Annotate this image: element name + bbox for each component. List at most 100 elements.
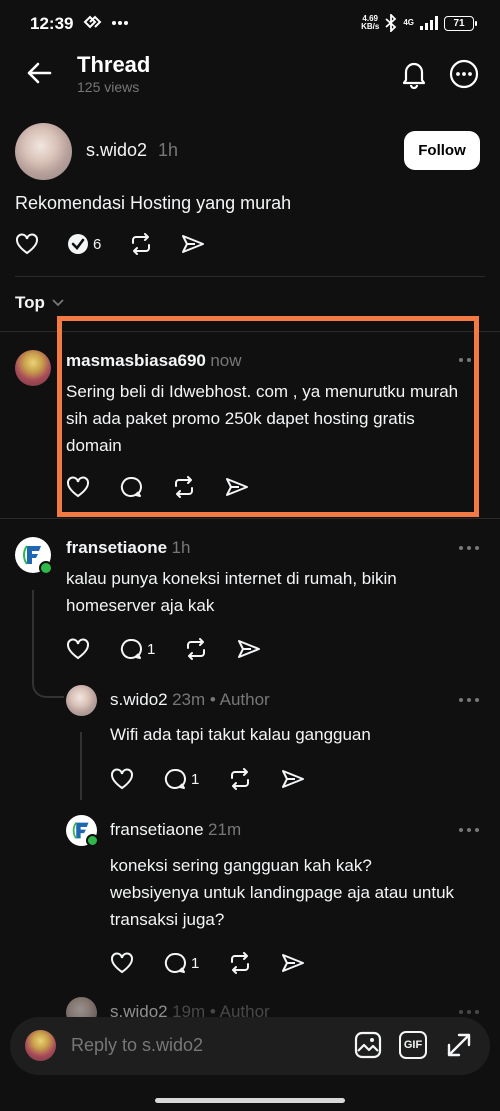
status-left-icons	[82, 15, 128, 31]
more-options-button[interactable]	[446, 56, 482, 92]
highlight-box	[57, 316, 479, 517]
reply-button[interactable]: 1	[163, 768, 199, 790]
repost-button[interactable]	[129, 233, 153, 255]
like-button[interactable]	[110, 768, 134, 790]
gif-icon: GIF	[399, 1031, 427, 1059]
comment-header: s.wido2 23m • Author	[110, 690, 270, 710]
reply-count: 1	[191, 770, 200, 788]
comment-time: 23m • Author	[172, 690, 270, 709]
like-button[interactable]	[15, 233, 39, 255]
comment-username[interactable]: s.wido2	[110, 690, 168, 709]
divider	[15, 276, 485, 277]
net-speed: 4.69 KB/s	[361, 15, 379, 31]
repost-button[interactable]	[228, 952, 252, 974]
post-text: Rekomendasi Hosting yang murah	[15, 193, 292, 213]
repost-icon	[132, 233, 151, 255]
status-right: 4.69 KB/s 4G 71	[361, 14, 477, 32]
reply-count: 6	[93, 235, 102, 253]
thread-connector	[32, 590, 64, 698]
replies-button[interactable]: 6	[67, 233, 101, 255]
comment-more-button[interactable]	[458, 697, 480, 703]
comment-actions: 1	[110, 952, 305, 974]
comment-actions: 1	[110, 768, 305, 790]
more-dots-icon	[459, 698, 479, 702]
more-circle-icon	[449, 59, 479, 89]
share-button[interactable]	[281, 952, 305, 974]
more-dots-icon	[459, 828, 479, 832]
comment-bubble-icon	[120, 638, 142, 659]
sort-label: Top	[15, 293, 45, 312]
comment-avatar[interactable]	[15, 350, 51, 386]
online-status-dot	[39, 561, 53, 575]
share-button[interactable]	[181, 233, 205, 255]
comment-time: 21m	[208, 820, 242, 839]
chevron-down-icon	[52, 299, 64, 307]
post-author-avatar[interactable]	[15, 123, 72, 180]
comment-text: kalau punya koneksi internet di rumah, b…	[66, 569, 397, 615]
heart-icon	[67, 638, 89, 660]
view-count: 125 views	[77, 79, 140, 95]
battery-icon: 71	[444, 15, 477, 31]
comment-bubble-icon	[164, 952, 186, 973]
repost-icon	[231, 768, 250, 790]
back-button[interactable]	[22, 56, 56, 90]
heart-icon	[16, 233, 38, 255]
more-notifications-icon	[112, 20, 128, 26]
comment-time: 1h	[171, 538, 191, 557]
online-status-dot	[86, 834, 99, 847]
reply-count: 1	[147, 640, 156, 658]
sort-dropdown[interactable]: Top	[15, 293, 65, 313]
comment-username[interactable]: fransetiaone	[66, 538, 167, 557]
replied-check-icon	[68, 234, 88, 254]
expand-icon	[447, 1033, 471, 1057]
like-button[interactable]	[66, 638, 90, 660]
image-icon	[354, 1031, 382, 1059]
send-icon	[238, 640, 261, 658]
comment-actions: 1	[66, 638, 261, 660]
battery-level: 71	[453, 17, 465, 29]
send-icon	[282, 954, 305, 972]
comment-header: fransetiaone 1h	[66, 538, 190, 558]
page-title: Thread	[77, 52, 151, 77]
post-username[interactable]: s.wido2	[86, 140, 147, 161]
expand-button[interactable]	[444, 1030, 474, 1060]
repost-icon	[231, 952, 250, 974]
gif-button[interactable]: GIF	[398, 1030, 428, 1060]
reply-button[interactable]: 1	[119, 638, 155, 660]
bell-icon	[402, 62, 426, 89]
send-icon	[282, 770, 305, 788]
share-button[interactable]	[281, 768, 305, 790]
comment-more-button[interactable]	[458, 827, 480, 833]
bluetooth-icon	[385, 14, 397, 32]
comment-header: fransetiaone 21m	[110, 820, 241, 840]
status-time: 12:39	[30, 14, 74, 33]
home-indicator[interactable]	[155, 1098, 345, 1103]
post-actions: 6	[15, 233, 205, 255]
post-time: 1h	[158, 140, 179, 160]
image-button[interactable]	[353, 1030, 383, 1060]
comment-avatar[interactable]	[66, 685, 97, 716]
follow-button[interactable]: Follow	[404, 131, 480, 170]
comment-text: koneksi sering gangguan kah kak? websiye…	[110, 856, 455, 929]
network-type: 4G	[403, 18, 414, 27]
share-button[interactable]	[237, 638, 261, 660]
comment-text: Wifi ada tapi takut kalau gangguan	[110, 725, 371, 744]
reply-button[interactable]: 1	[163, 952, 199, 974]
net-speed-unit: KB/s	[361, 22, 380, 31]
threads-app-icon	[82, 15, 102, 31]
more-dots-icon	[459, 1010, 479, 1014]
heart-icon	[111, 952, 133, 974]
comment-bubble-icon	[164, 768, 186, 789]
heart-icon	[111, 768, 133, 790]
reply-input[interactable]: Reply to s.wido2	[71, 1035, 203, 1056]
repost-button[interactable]	[228, 768, 252, 790]
comment-more-button[interactable]	[458, 1009, 480, 1015]
repost-button[interactable]	[184, 638, 208, 660]
divider	[0, 518, 500, 519]
current-user-avatar	[25, 1030, 56, 1061]
repost-icon	[187, 638, 206, 660]
like-button[interactable]	[110, 952, 134, 974]
notifications-button[interactable]	[396, 56, 432, 92]
comment-more-button[interactable]	[458, 545, 480, 551]
comment-username[interactable]: fransetiaone	[110, 820, 204, 839]
